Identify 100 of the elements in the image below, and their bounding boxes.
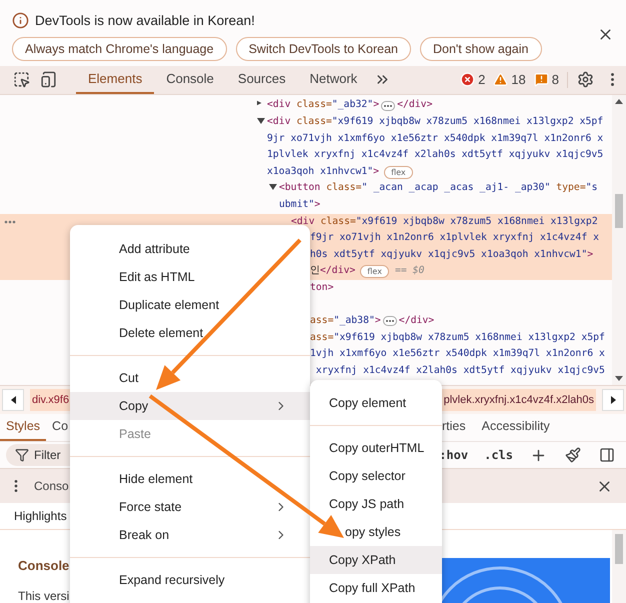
filter-icon	[15, 448, 29, 462]
html-code-text: "_ab38"	[334, 314, 375, 328]
html-code-text: <div	[291, 214, 315, 229]
html-code-text: <button	[279, 181, 320, 196]
html-code-text: >	[314, 198, 320, 212]
infobar-button[interactable]: Don't show again	[420, 37, 542, 61]
ellipsis-icon[interactable]	[381, 100, 396, 111]
html-code-text: ubmit"	[279, 198, 314, 212]
infobar-button[interactable]: Switch DevTools to Korean	[236, 37, 411, 61]
scroll-right-button[interactable]	[602, 388, 624, 411]
issue-icon	[534, 72, 549, 88]
html-code-text: "x9f619 xjbqb8w x78zum5 x168nmei x13lgxp2 x5pf	[332, 114, 604, 129]
selected-node-marker: == $0	[394, 264, 424, 278]
breadcrumb[interactable]: plvlek.xryxfnj.x1c4vz4f.x2lah0s	[442, 388, 596, 411]
dom-node-row[interactable]: ass="_ab38"> </div>	[310, 313, 434, 330]
html-code-text: x1oa3qoh x1nhvcw1"	[267, 164, 374, 179]
html-code-text: <div	[267, 98, 291, 112]
sidebar-tab[interactable]: Accessibility	[472, 414, 556, 441]
breadcrumb[interactable]: div.x9f6	[30, 388, 72, 411]
menu-item[interactable]: Cut	[70, 364, 310, 392]
dom-node-row[interactable]: ass="x9f619 xjbqb8w x78zum5 x168nmei x13lgxp2 x5pf	[310, 330, 605, 346]
html-code-text: >	[374, 314, 381, 328]
issue-counter[interactable]: 18	[489, 66, 530, 94]
scroll-up-icon[interactable]	[615, 99, 623, 104]
infobar-message: DevTools is now available in Korean!	[35, 13, 255, 28]
scroll-left-button[interactable]	[2, 388, 24, 411]
menu-item[interactable]: Edit as HTML	[70, 263, 310, 291]
collapsed-triangle-icon[interactable]	[257, 99, 263, 108]
expanded-triangle-icon[interactable]	[257, 118, 265, 124]
menu-item[interactable]: Copy XPath	[310, 546, 442, 574]
menu-item[interactable]: Copy selector	[310, 462, 442, 490]
panel-tab[interactable]: Sources	[226, 66, 298, 94]
menu-item[interactable]: Duplicate element	[70, 291, 310, 319]
html-code-text: <div	[267, 114, 291, 129]
warning-icon	[493, 72, 508, 88]
issue-counter[interactable]: 2	[456, 66, 490, 94]
menu-item[interactable]: Break on	[70, 521, 310, 549]
drawer-tab[interactable]: Highlights	[14, 509, 67, 524]
sidebar-tab[interactable]: rties	[442, 414, 472, 441]
menu-item[interactable]: Copy element	[310, 389, 442, 417]
html-code-text: >	[587, 248, 594, 262]
menu-item[interactable]: Force state	[70, 493, 310, 521]
scrollbar-thumb[interactable]	[615, 194, 623, 228]
scroll-down-icon[interactable]	[615, 376, 623, 382]
drawer-tab[interactable]: Conso	[34, 479, 69, 494]
menu-item[interactable]: Delete element	[70, 319, 310, 347]
body-text: This versi	[18, 589, 70, 603]
info-icon	[12, 12, 29, 29]
infobar-button[interactable]: Always match Chrome's language	[12, 37, 227, 61]
menu-item[interactable]: Copy JS path	[310, 490, 442, 518]
flex-badge[interactable]: flex	[360, 265, 389, 278]
menu-item[interactable]: Copy	[70, 392, 310, 420]
html-code-text: >	[373, 164, 380, 179]
html-code-text: 1vjh x1xmf6yo x1e56ztr x540dpk x1m39q7l x1n2onr6 x	[310, 347, 605, 362]
html-code-text: 1plvlek xryxfnj x1c4vz4f x2lah0s xdt5ytf xqjyukv x1qjc9v5	[267, 148, 604, 162]
html-code-text: f9jr xo71vjh x1n2onr6 x1plvlek xryxfnj x1c4vz4f x	[310, 231, 600, 246]
html-code-text: h0s xdt5ytf xqjyukv x1qjc9v5 x1oa3qoh x1nhvcw1"	[310, 248, 588, 262]
html-code-text: >	[373, 98, 380, 112]
expanded-triangle-icon[interactable]	[269, 184, 277, 190]
menu-item[interactable]: opy styles	[310, 518, 442, 546]
node-actions-icon[interactable]	[4, 220, 16, 224]
scrollbar[interactable]	[612, 95, 626, 386]
html-code-text: 9jr xo71vjh x1xmf6yo x1e56ztr x540dpk x1m39q7l x1n2onr6 x	[267, 132, 604, 146]
html-code-text: class=	[295, 114, 332, 129]
dom-node-row[interactable]: ton>	[310, 280, 334, 296]
html-code-text: "x9f619 xjbqb8w x78zum5 x168nmei x13lgxp2	[356, 214, 598, 229]
scrollbar[interactable]	[612, 530, 626, 603]
menu-item[interactable]: Copy outerHTML	[310, 434, 442, 462]
section-heading: Console	[18, 558, 70, 573]
html-code-text: </div>	[397, 98, 432, 112]
html-code-text: "_ab32"	[332, 98, 374, 112]
html-code-text: ass=	[310, 314, 334, 328]
panel-tab[interactable]: Network	[298, 66, 370, 94]
menu-item[interactable]: Expand recursively	[70, 566, 310, 594]
dom-node-row[interactable]: <button class=" _acan _acap _acas _aj1- _ap30" type="s	[279, 180, 598, 197]
html-code-text: class=	[325, 181, 362, 196]
flex-badge[interactable]: flex	[384, 166, 413, 179]
right-triangle-icon	[610, 396, 616, 404]
menu-item[interactable]: Copy full XPath	[310, 574, 442, 602]
menu-item[interactable]: Add attribute	[70, 235, 310, 263]
html-code-text: type=	[555, 181, 586, 196]
left-triangle-icon	[10, 396, 16, 404]
ellipsis-icon[interactable]	[382, 316, 397, 326]
html-code-text: class=	[319, 214, 356, 229]
html-code-text: class=	[295, 98, 332, 112]
html-code-text: </div>	[320, 264, 356, 278]
dom-node-row[interactable]: <div class="x9f619 xjbqb8w x78zum5 x168nmei x13lgxp2 x5pf	[267, 114, 604, 131]
html-code-text: ass=	[310, 330, 334, 345]
scrollbar-thumb[interactable]	[615, 534, 623, 564]
menu-item[interactable]: Hide element	[70, 465, 310, 493]
error-icon	[460, 72, 476, 88]
panel-tab[interactable]: Console	[154, 66, 226, 94]
html-code-text: "x9f619 xjbqb8w x78zum5 x168nmei x13lgxp2 x5pf	[334, 330, 605, 345]
dom-node-row[interactable]: <div class="_ab32"> </div>	[267, 97, 432, 114]
style-toggle[interactable]: .cls	[480, 448, 517, 462]
html-code-text: </div>	[398, 314, 434, 328]
issue-counter[interactable]: 8	[530, 66, 563, 94]
html-code-text: 인	[310, 264, 320, 278]
html-code-text: "s	[586, 181, 598, 196]
html-code-text: xryxfnj x1c4vz4f x2lah0s xdt5ytf xqjyukv x1qjc9v5	[314, 364, 605, 378]
